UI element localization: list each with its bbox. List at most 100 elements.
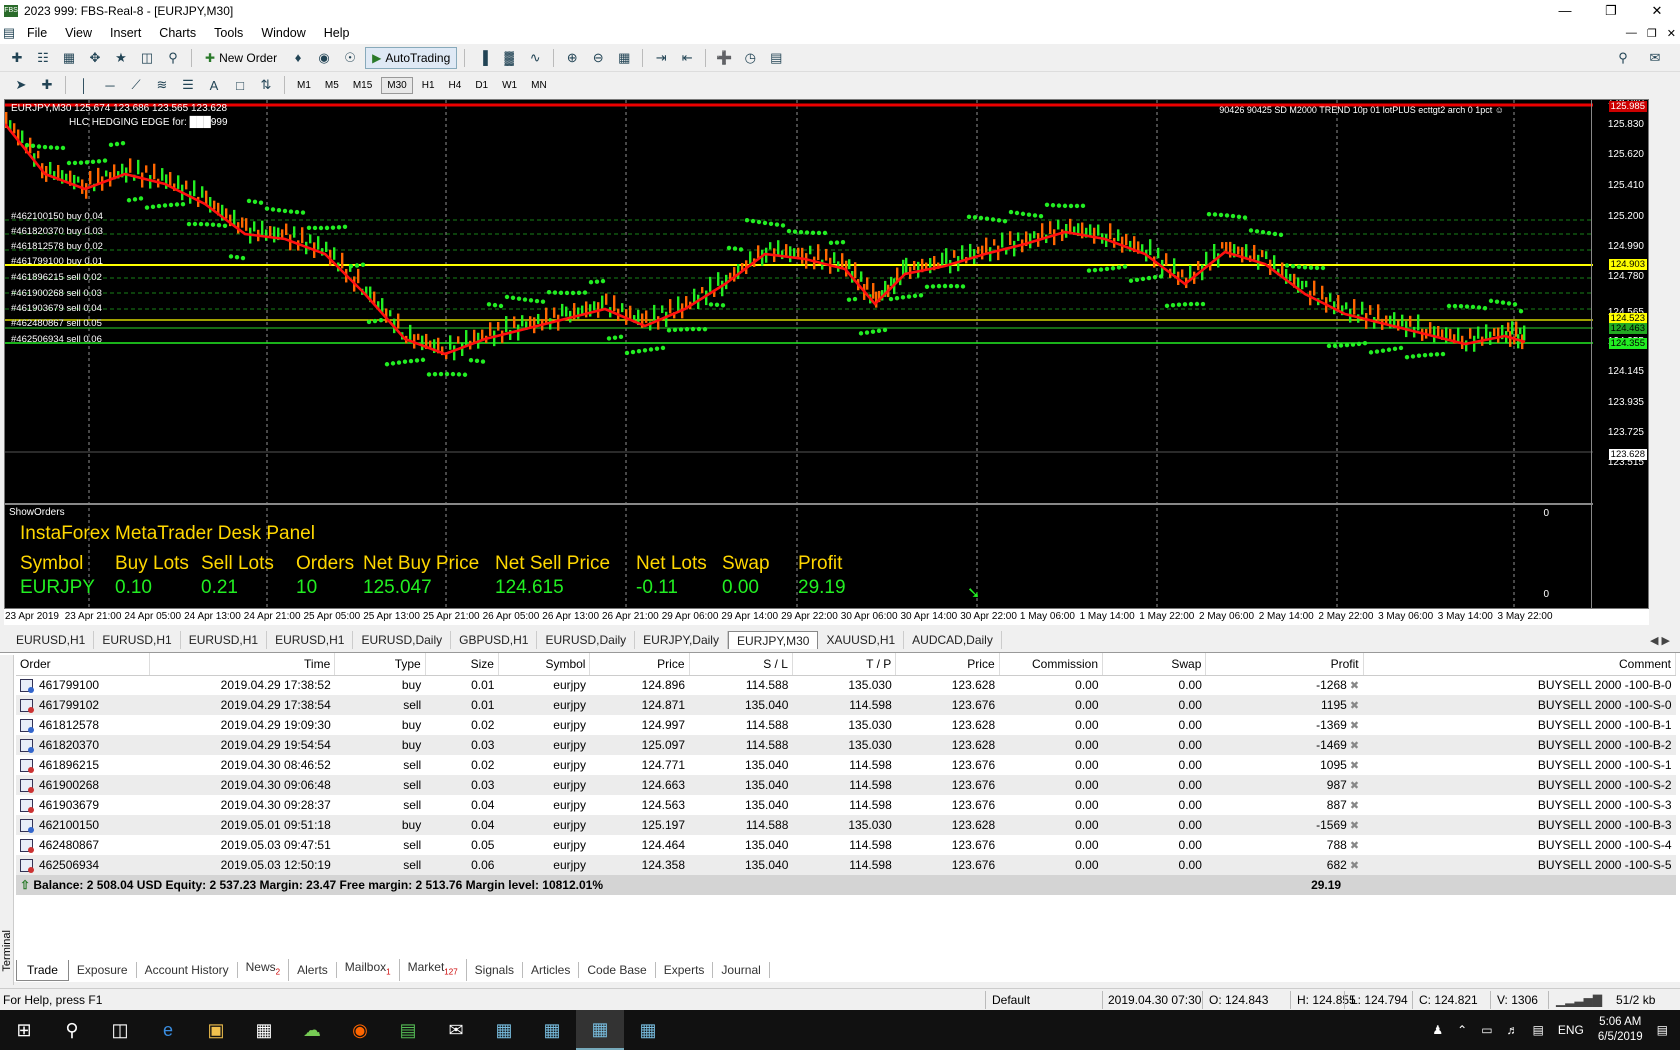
signals-icon[interactable]: ◉ — [313, 48, 335, 68]
chart-tab[interactable]: EURJPY,M30 — [727, 631, 819, 649]
order-line-label[interactable]: #462100150 buy 0.04 — [11, 211, 103, 222]
column-header[interactable]: Size — [425, 653, 499, 676]
text-label-icon[interactable]: □ — [229, 75, 251, 95]
column-header[interactable]: Time — [149, 653, 336, 676]
order-line-label[interactable]: #461799100 buy 0.01 — [11, 256, 103, 267]
timeframe-h1[interactable]: H1 — [417, 78, 440, 93]
close-button[interactable]: ✕ — [1634, 0, 1680, 22]
profiles-icon[interactable]: ☷ — [32, 48, 54, 68]
column-header[interactable]: Type — [334, 653, 426, 676]
market-watch-icon[interactable]: ▦ — [58, 48, 80, 68]
timeframe-m15[interactable]: M15 — [348, 78, 377, 93]
terminal-tab[interactable]: Experts — [656, 962, 714, 978]
firefox-icon[interactable]: ◉ — [336, 1010, 384, 1050]
fibonacci-icon[interactable]: ☰ — [177, 75, 199, 95]
navigator-icon[interactable]: ★ — [110, 48, 132, 68]
terminal-tab[interactable]: Articles — [523, 962, 580, 978]
menu-help[interactable]: Help — [315, 26, 359, 40]
mail-icon[interactable]: ✉ — [432, 1010, 480, 1050]
crosshair-icon[interactable]: ✚ — [36, 75, 58, 95]
file-explorer-icon[interactable]: ▣ — [192, 1010, 240, 1050]
volume-icon[interactable]: ♬ — [1507, 1023, 1519, 1037]
community-icon[interactable]: ☉ — [339, 48, 361, 68]
edge-icon[interactable]: e — [144, 1010, 192, 1050]
timeframe-mn[interactable]: MN — [526, 78, 552, 93]
periods-icon[interactable]: ◷ — [739, 48, 761, 68]
terminal-tab[interactable]: Market127 — [400, 959, 467, 981]
order-line-label[interactable]: #461896215 sell 0.02 — [11, 272, 102, 283]
close-order-icon[interactable]: ✖ — [1347, 800, 1359, 812]
close-order-icon[interactable]: ✖ — [1347, 720, 1359, 732]
arrows-icon[interactable]: ⇅ — [255, 75, 277, 95]
order-line-label[interactable]: #462506934 sell 0.06 — [11, 334, 102, 345]
timeframe-m1[interactable]: M1 — [292, 78, 316, 93]
order-row[interactable]: 461799102 2019.04.29 17:38:54 sell 0.01 eurj… — [16, 695, 1676, 715]
menu-charts[interactable]: Charts — [150, 26, 205, 40]
price-chart[interactable]: EURJPY,M30 125.674 123.686 123.565 123.6… — [4, 99, 1649, 609]
timeframe-w1[interactable]: W1 — [497, 78, 522, 93]
zoom-out-icon[interactable]: ⊖ — [587, 48, 609, 68]
order-line-label[interactable]: #461820370 buy 0.03 — [11, 226, 103, 237]
order-row[interactable]: 461903679 2019.04.30 09:28:37 sell 0.04 eurj… — [16, 795, 1676, 815]
start-icon[interactable]: ⊞ — [0, 1010, 48, 1050]
trendline-icon[interactable]: ⟋ — [125, 75, 147, 95]
column-header[interactable]: Price — [589, 653, 690, 676]
close-order-icon[interactable]: ✖ — [1347, 760, 1359, 772]
chart-tab[interactable]: EURUSD,H1 — [181, 631, 268, 649]
chart-tab[interactable]: EURJPY,Daily — [635, 631, 728, 649]
search-taskbar-icon[interactable]: ⚲ — [48, 1010, 96, 1050]
terminal-tab[interactable]: Exposure — [69, 962, 137, 978]
mt4-app-icon-3[interactable]: ▦ — [576, 1010, 624, 1050]
terminal-tab[interactable]: Code Base — [579, 962, 656, 978]
order-row[interactable]: 462100150 2019.05.01 09:51:18 buy 0.04 eurjp… — [16, 815, 1676, 835]
terminal-tab[interactable]: Journal — [713, 962, 770, 978]
terminal-tab[interactable]: Signals — [467, 962, 524, 978]
terminal-icon[interactable]: ◫ — [136, 48, 158, 68]
chart-tab[interactable]: AUDCAD,Daily — [904, 631, 1002, 649]
column-header[interactable]: Order — [16, 653, 151, 676]
autotrading-button[interactable]: ▶ AutoTrading — [365, 46, 458, 69]
weather-icon[interactable]: ☁ — [288, 1010, 336, 1050]
column-header[interactable]: Swap — [1102, 653, 1207, 676]
order-row[interactable]: 461900268 2019.04.30 09:06:48 sell 0.03 eurj… — [16, 775, 1676, 795]
close-order-icon[interactable]: ✖ — [1347, 740, 1359, 752]
store-icon[interactable]: ▦ — [240, 1010, 288, 1050]
column-header[interactable]: Commission — [999, 653, 1104, 676]
menu-tools[interactable]: Tools — [205, 26, 252, 40]
chart-tab[interactable]: EURUSD,H1 — [267, 631, 354, 649]
order-row[interactable]: 462506934 2019.05.03 12:50:19 sell 0.06 eurj… — [16, 855, 1676, 875]
indicators-icon[interactable]: ➕ — [713, 48, 735, 68]
bar-chart-icon[interactable]: ▐ — [472, 48, 494, 68]
terminal-tab[interactable]: Account History — [137, 962, 238, 978]
minimize-button[interactable]: — — [1542, 0, 1588, 22]
text-icon[interactable]: A — [203, 75, 225, 95]
strategy-tester-icon[interactable]: ⚲ — [162, 48, 184, 68]
cursor-icon[interactable]: ➤ — [10, 75, 32, 95]
order-line-label[interactable]: #461812578 buy 0.02 — [11, 241, 103, 252]
close-order-icon[interactable]: ✖ — [1347, 700, 1359, 712]
column-header[interactable]: T / P — [792, 653, 897, 676]
chart-tab[interactable]: GBPUSD,H1 — [451, 631, 538, 649]
column-header[interactable]: S / L — [689, 653, 793, 676]
mdi-minimize-button[interactable]: — — [1626, 27, 1637, 40]
order-row[interactable]: 461799100 2019.04.29 17:38:52 buy 0.01 eurjp… — [16, 675, 1676, 695]
horizontal-line-icon[interactable]: ─ — [99, 75, 121, 95]
mdi-close-button[interactable]: ✕ — [1667, 27, 1676, 40]
data-window-icon[interactable]: ✥ — [84, 48, 106, 68]
language-indicator[interactable]: ENG — [1558, 1023, 1584, 1037]
tile-windows-icon[interactable]: ▦ — [613, 48, 635, 68]
zoom-in-icon[interactable]: ⊕ — [561, 48, 583, 68]
document-icon[interactable]: ▤ — [0, 23, 18, 43]
candlestick-icon[interactable]: ▓ — [498, 48, 520, 68]
search-icon[interactable]: ⚲ — [1612, 48, 1634, 68]
chart-tab[interactable]: EURUSD,H1 — [94, 631, 181, 649]
chart-tab[interactable]: XAUUSD,H1 — [818, 631, 905, 649]
column-header[interactable]: Comment — [1363, 653, 1677, 676]
close-order-icon[interactable]: ✖ — [1347, 860, 1359, 872]
close-order-icon[interactable]: ✖ — [1347, 820, 1359, 832]
notes-icon[interactable]: ▤ — [384, 1010, 432, 1050]
close-order-icon[interactable]: ✖ — [1347, 680, 1359, 692]
network-icon[interactable]: ▭ — [1481, 1023, 1492, 1037]
chart-tab[interactable]: EURUSD,Daily — [537, 631, 636, 649]
terminal-tab[interactable]: Alerts — [289, 962, 337, 978]
